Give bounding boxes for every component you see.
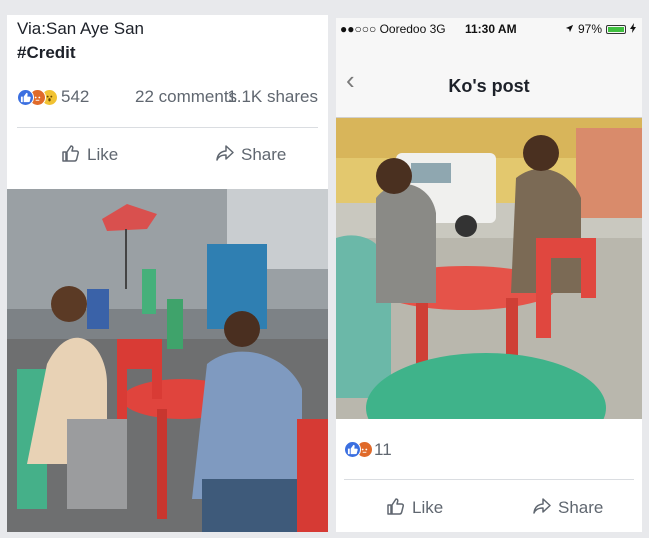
post-photo[interactable] xyxy=(7,189,328,532)
page-title: Ko's post xyxy=(448,76,530,96)
location-arrow-icon xyxy=(565,22,574,36)
battery-icon xyxy=(606,24,626,34)
reaction-count[interactable]: 542 xyxy=(61,87,89,107)
comments-count-link[interactable]: 22 comments xyxy=(135,87,237,107)
divider xyxy=(344,479,634,480)
share-button[interactable]: Share xyxy=(215,135,286,175)
share-button-label: Share xyxy=(241,145,287,164)
thumbs-up-icon xyxy=(61,143,81,168)
post-hashtag-link[interactable]: #Credit xyxy=(17,42,76,64)
nav-bar: ‹ Ko's post xyxy=(336,40,642,118)
reaction-count[interactable]: 11 xyxy=(374,440,392,460)
share-button-label: Share xyxy=(558,498,604,517)
share-arrow-icon xyxy=(215,143,235,168)
post-caption-via: Via:San Aye San xyxy=(17,19,144,38)
divider xyxy=(17,127,318,128)
status-time: 11:30 AM xyxy=(465,22,517,36)
share-button[interactable]: Share xyxy=(532,488,603,528)
like-button-label: Like xyxy=(87,145,119,164)
left-post-card: Via:San Aye San #Credit 542 22 comments … xyxy=(7,15,328,532)
post-action-bar: Like Share xyxy=(336,488,642,528)
battery-fill xyxy=(608,26,624,32)
post-action-bar: Like Share xyxy=(7,135,328,175)
status-right-group: 97% xyxy=(565,22,636,36)
charging-bolt-icon xyxy=(630,22,636,36)
like-reaction-icon xyxy=(344,441,361,458)
like-reaction-icon xyxy=(17,89,34,106)
post-photo[interactable] xyxy=(336,118,642,419)
status-bar: ●●○○○ Ooredoo 3G 11:30 AM 97% xyxy=(336,18,642,40)
share-arrow-icon xyxy=(532,496,552,521)
like-button[interactable]: Like xyxy=(386,488,443,528)
like-button-label: Like xyxy=(412,498,444,517)
like-button[interactable]: Like xyxy=(61,135,118,175)
battery-percent: 97% xyxy=(577,22,602,36)
right-post-screen: ●●○○○ Ooredoo 3G 11:30 AM 97% ‹ Ko's pos… xyxy=(336,18,642,532)
post-stats-bar: 542 22 comments 1.1K shares xyxy=(17,87,318,109)
shares-count-link[interactable]: 1.1K shares xyxy=(227,87,318,107)
thumbs-up-icon xyxy=(386,496,406,521)
carrier-signal: ●●○○○ Ooredoo 3G xyxy=(340,22,446,36)
